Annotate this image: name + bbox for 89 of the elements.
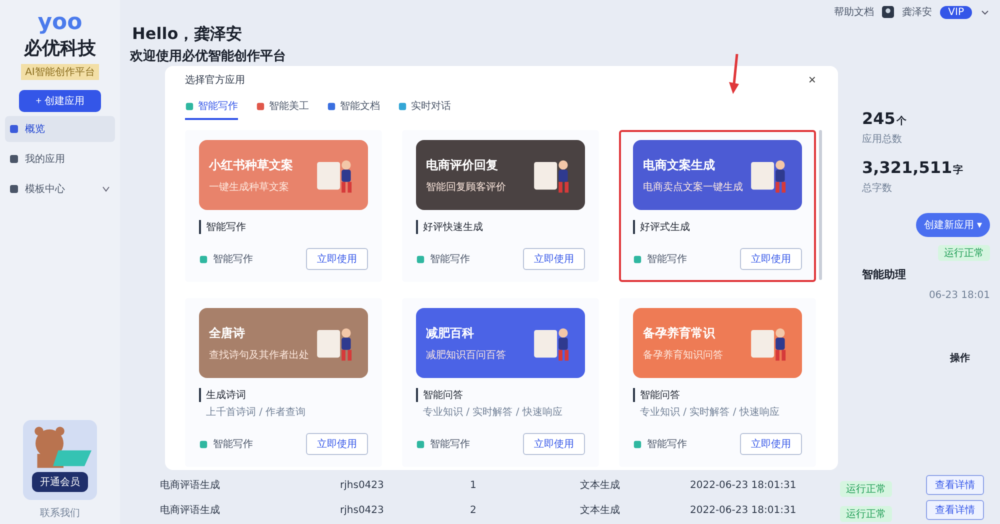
card-category: 好评式生成	[633, 220, 802, 234]
use-now-button[interactable]: 立即使用	[740, 433, 802, 455]
stat-label: 应用总数	[862, 132, 903, 146]
banner-title: 全唐诗	[209, 324, 246, 342]
category-tab[interactable]: 智能写作	[185, 99, 238, 120]
card-description: 专业知识 / 实时解答 / 快速响应	[639, 406, 780, 419]
nav-icon	[9, 184, 19, 194]
use-now-button[interactable]: 立即使用	[740, 248, 802, 270]
avatar-icon[interactable]	[882, 6, 894, 18]
card-type: 智能写作	[213, 252, 253, 266]
document-icon	[633, 440, 642, 448]
status-tag: 运行正常	[840, 481, 892, 497]
table-cell-text: 电商评语生成	[159, 504, 221, 517]
vip-badge: VIP	[940, 6, 972, 18]
banner-subtitle: 电商卖点文案一键生成	[643, 180, 743, 194]
app-name: 智能助理	[862, 267, 906, 282]
table-cell-text: rjhs0423	[340, 504, 385, 516]
banner-title: 减肥百科	[426, 324, 475, 342]
table-cell-text: 1	[470, 480, 478, 490]
table-cell-text: rjhs0423	[340, 480, 385, 490]
banner-subtitle: 一键生成种草文案	[209, 180, 290, 194]
close-button[interactable]: ×	[808, 72, 816, 87]
membership-button[interactable]: 开通会员	[32, 472, 88, 492]
brand-badge: AI智能创作平台	[21, 64, 99, 80]
nav-item[interactable]: 我的应用	[5, 146, 115, 172]
use-now-button[interactable]: 立即使用	[523, 433, 585, 455]
banner-title: 电商文案生成	[643, 156, 716, 174]
nav-item[interactable]: 模板中心	[5, 176, 115, 202]
nav-item[interactable]: 概览	[5, 116, 115, 142]
nav-icon	[9, 154, 19, 164]
stat-value: 3,321,511字	[862, 158, 964, 177]
card-category: 智能问答	[416, 388, 585, 402]
card-type: 智能写作	[647, 252, 687, 266]
banner-title: 小红书种草文案	[209, 156, 293, 174]
help-link[interactable]: 帮助文档	[834, 5, 874, 19]
card-type: 智能写作	[647, 438, 687, 451]
use-now-button[interactable]: 立即使用	[306, 248, 368, 270]
document-icon	[199, 254, 208, 264]
document-icon	[416, 440, 425, 448]
annotation-arrow	[729, 54, 741, 94]
status-tag: 运行正常	[840, 506, 892, 522]
scrollbar[interactable]	[819, 130, 822, 280]
category-tab[interactable]: 实时对话	[398, 99, 451, 120]
document-icon	[416, 254, 425, 264]
nav-icon	[9, 124, 19, 134]
table-cell-text: 电商评语生成	[159, 478, 221, 492]
card-type: 智能写作	[430, 438, 470, 451]
category-tab[interactable]: 智能美工	[256, 99, 309, 120]
document-icon	[633, 254, 642, 264]
table-cell-text: 2022-06-23 18:01:31	[690, 504, 798, 516]
banner-title: 电商评价回复	[426, 156, 499, 174]
card-category: 好评快速生成	[416, 220, 585, 234]
column-header: 操作	[950, 352, 970, 365]
status-tag: 运行正常	[938, 245, 990, 261]
category-tab[interactable]: 智能文档	[327, 99, 380, 120]
banner-subtitle: 减肥知识百问百答	[426, 348, 506, 362]
card-description: 专业知识 / 实时解答 / 快速响应	[422, 406, 564, 419]
banner-subtitle: 智能回复顾客评价	[426, 180, 506, 194]
card-category: 智能问答	[633, 388, 802, 402]
user-name[interactable]: 龚泽安	[902, 5, 932, 19]
brand-name: 必优科技	[24, 37, 96, 60]
use-now-button[interactable]: 立即使用	[306, 433, 368, 455]
view-details-button[interactable]: 查看详情	[926, 500, 984, 520]
card-category: 智能写作	[199, 220, 368, 234]
use-now-button[interactable]: 立即使用	[523, 248, 585, 270]
caret-icon	[101, 184, 111, 194]
logo-text: yoo	[38, 12, 82, 34]
table-cell-text: 2022-06-23 18:01:31	[690, 480, 798, 490]
card-type: 智能写作	[213, 438, 253, 451]
banner-subtitle: 查找诗句及其作者出处	[209, 348, 309, 362]
dialog-title: 选择官方应用	[185, 74, 245, 86]
card-description: 上千首诗词 / 作者查询	[205, 406, 307, 419]
card-category: 生成诗词	[199, 388, 368, 402]
create-new-app-button[interactable]: 创建新应用 ▾	[916, 213, 990, 237]
contact-link[interactable]: 联系我们	[40, 506, 80, 520]
stat-value: 245个	[862, 109, 906, 128]
stat-label: 总字数	[862, 182, 893, 195]
table-cell-text: 文本生成	[580, 478, 621, 492]
time-text: 06-23 18:01	[928, 290, 990, 301]
view-details-button[interactable]: 查看详情	[926, 475, 984, 495]
banner-title: 备孕养育常识	[643, 324, 716, 342]
table-cell-text: 2	[470, 504, 478, 516]
document-icon	[199, 440, 208, 448]
welcome-text: 欢迎使用必优智能创作平台	[130, 48, 287, 65]
card-type: 智能写作	[430, 252, 470, 266]
create-app-button[interactable]: + 创建应用	[19, 90, 101, 112]
banner-subtitle: 备孕养育知识问答	[643, 348, 723, 362]
greeting-title: Hello，龚泽安	[132, 24, 244, 45]
table-cell-text: 文本生成	[580, 504, 621, 517]
